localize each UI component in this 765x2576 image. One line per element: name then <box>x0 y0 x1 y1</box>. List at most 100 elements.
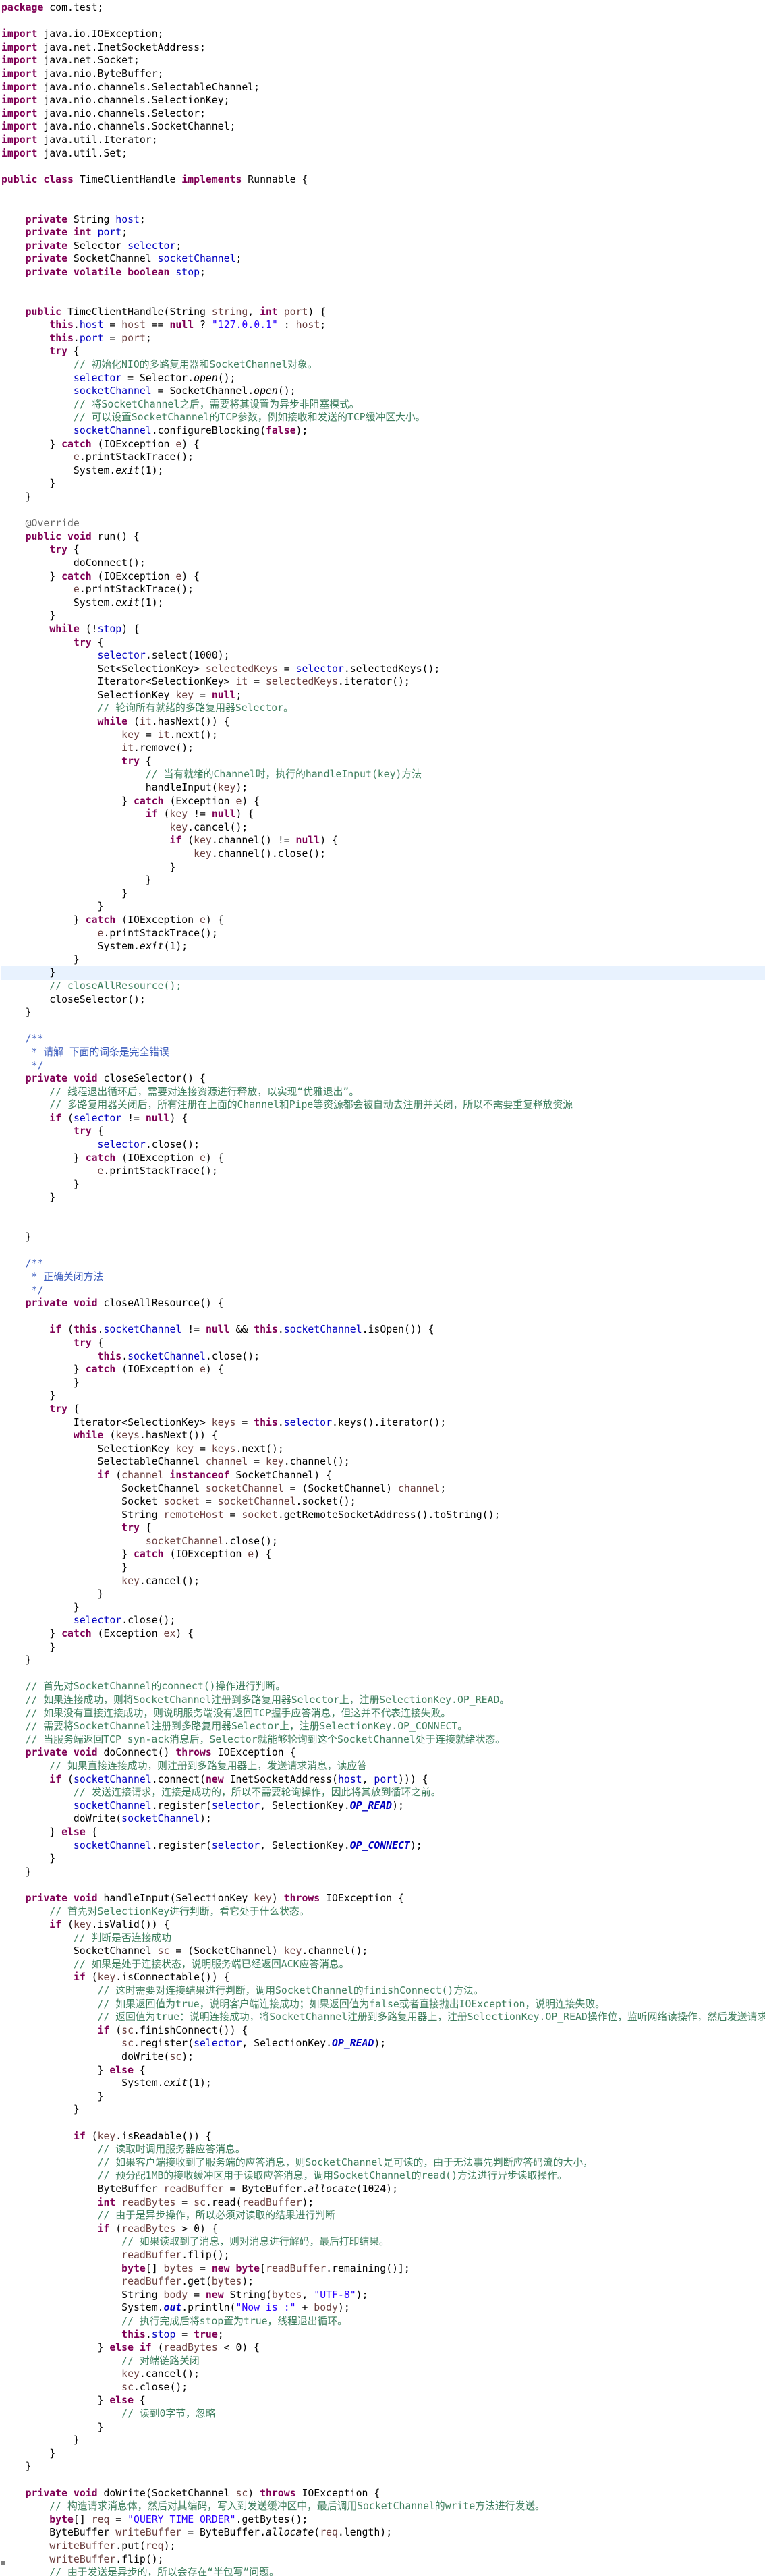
code-line[interactable]: private void handleInput(SelectionKey ke… <box>1 1892 765 1905</box>
code-line[interactable]: socketChannel.configureBlocking(false); <box>1 424 765 438</box>
code-line[interactable] <box>1 200 765 213</box>
code-line[interactable]: String body = new String(bytes, "UTF-8")… <box>1 2289 765 2302</box>
code-line[interactable]: } <box>1 953 765 967</box>
code-line[interactable]: } <box>1 1389 765 1403</box>
code-line[interactable]: SocketChannel socketChannel = (SocketCha… <box>1 1482 765 1496</box>
code-line[interactable]: // 读到0字节，忽略 <box>1 2407 765 2421</box>
code-line[interactable]: e.printStackTrace(); <box>1 583 765 596</box>
code-line[interactable]: while (it.hasNext()) { <box>1 715 765 729</box>
code-line[interactable]: */ <box>1 1284 765 1297</box>
code-line[interactable]: // 多路复用器关闭后，所有注册在上面的Channel和Pipe等资源都会被自动… <box>1 1098 765 1112</box>
code-line[interactable]: // 初始化NIO的多路复用器和SocketChannel对象。 <box>1 358 765 372</box>
code-line[interactable]: private void doConnect() throws IOExcept… <box>1 1746 765 1760</box>
code-line[interactable]: this.stop = true; <box>1 2328 765 2342</box>
code-line[interactable] <box>1 1244 765 1258</box>
code-line[interactable]: sc.close(); <box>1 2381 765 2395</box>
code-line[interactable]: System.out.println("Now is :" + body); <box>1 2301 765 2315</box>
code-line[interactable]: import java.nio.channels.SelectableChann… <box>1 81 765 94</box>
code-line[interactable]: // 如果客户端接收到了服务端的应答消息，则SocketChannel是可读的，… <box>1 2156 765 2170</box>
code-line[interactable]: ByteBuffer readBuffer = ByteBuffer.alloc… <box>1 2183 765 2196</box>
code-line[interactable]: } catch (IOException e) { <box>1 1152 765 1165</box>
code-line[interactable]: socketChannel.close(); <box>1 1535 765 1548</box>
code-line[interactable]: } catch (IOException e) { <box>1 1548 765 1561</box>
code-line[interactable]: handleInput(key); <box>1 781 765 795</box>
code-line[interactable]: // 如果直接连接成功，则注册到多路复用器上，发送请求消息，读应答 <box>1 1760 765 1773</box>
code-line[interactable]: } <box>1 1231 765 1244</box>
code-line[interactable]: try { <box>1 1521 765 1535</box>
code-line[interactable]: SelectionKey key = keys.next(); <box>1 1443 765 1456</box>
code-line[interactable]: socketChannel = SocketChannel.open(); <box>1 385 765 398</box>
code-line[interactable]: // 当有就绪的Channel时，执行的handleInput(key)方法 <box>1 768 765 781</box>
code-line[interactable]: } catch (IOException e) { <box>1 914 765 927</box>
code-line[interactable]: // 判断是否连接成功 <box>1 1932 765 1945</box>
code-line[interactable]: /** <box>1 1032 765 1046</box>
code-line[interactable]: try { <box>1 543 765 557</box>
code-line[interactable]: private int port; <box>1 226 765 240</box>
code-line[interactable]: selector = Selector.open(); <box>1 372 765 385</box>
code-line[interactable]: } <box>1 1866 765 1879</box>
code-line[interactable]: * 正确关闭方法 <box>1 1270 765 1284</box>
code-line[interactable]: } <box>1 609 765 623</box>
code-line[interactable]: if (socketChannel.connect(new InetSocket… <box>1 1773 765 1787</box>
code-line[interactable]: Iterator<SelectionKey> it = selectedKeys… <box>1 675 765 689</box>
code-line[interactable]: import java.nio.channels.SocketChannel; <box>1 120 765 134</box>
code-line[interactable]: // 轮询所有就绪的多路复用器Selector。 <box>1 702 765 715</box>
code-line[interactable]: // 返回值为true：说明连接成功，将SocketChannel注册到多路复用… <box>1 2011 765 2024</box>
code-line[interactable]: } catch (Exception ex) { <box>1 1627 765 1641</box>
code-line[interactable]: } <box>1 1006 765 1019</box>
code-line[interactable]: } <box>1 2103 765 2117</box>
code-line[interactable]: import java.nio.ByteBuffer; <box>1 67 765 81</box>
code-line[interactable]: doWrite(socketChannel); <box>1 1812 765 1826</box>
code-line[interactable]: } else { <box>1 2064 765 2077</box>
code-text-area[interactable]: package com.test; import java.io.IOExcept… <box>1 1 765 2576</box>
code-line[interactable]: } else { <box>1 2394 765 2407</box>
code-line[interactable]: selector.close(); <box>1 1614 765 1627</box>
code-line[interactable]: ByteBuffer writeBuffer = ByteBuffer.allo… <box>1 2526 765 2540</box>
code-line[interactable]: } <box>1 1654 765 1667</box>
code-line[interactable]: } <box>1 874 765 887</box>
code-line[interactable]: e.printStackTrace(); <box>1 451 765 464</box>
code-line[interactable]: if (this.socketChannel != null && this.s… <box>1 1323 765 1337</box>
code-line[interactable]: e.printStackTrace(); <box>1 927 765 941</box>
code-line[interactable]: // 线程退出循环后，需要对连接资源进行释放，以实现“优雅退出”。 <box>1 1086 765 1099</box>
code-line[interactable]: // 如果读取到了消息，则对消息进行解码，最后打印结果。 <box>1 2235 765 2249</box>
code-line[interactable]: // 可以设置SocketChannel的TCP参数，例如接收和发送的TCP缓冲… <box>1 411 765 424</box>
code-line[interactable] <box>1 186 765 200</box>
code-line[interactable]: // 当服务端返回TCP syn-ack消息后，Selector就能够轮询到这个… <box>1 1733 765 1747</box>
code-line[interactable]: this.socketChannel.close(); <box>1 1350 765 1364</box>
code-line[interactable]: doWrite(sc); <box>1 2050 765 2064</box>
code-line[interactable]: if (readBytes > 0) { <box>1 2222 765 2236</box>
code-line[interactable]: String remoteHost = socket.getRemoteSock… <box>1 1509 765 1522</box>
code-line[interactable]: key.channel().close(); <box>1 847 765 861</box>
code-line[interactable]: } <box>1 1601 765 1615</box>
code-line[interactable]: // 如果没有直接连接成功，则说明服务端没有返回TCP握手应答消息，但这并不代表… <box>1 1707 765 1720</box>
code-line[interactable]: private String host; <box>1 213 765 227</box>
code-line[interactable]: } <box>1 2090 765 2104</box>
code-line[interactable]: readBuffer.flip(); <box>1 2249 765 2262</box>
code-line[interactable]: System.exit(1); <box>1 940 765 953</box>
code-editor[interactable]: package com.test; import java.io.IOExcept… <box>0 0 765 2576</box>
code-line[interactable]: } <box>1 966 765 980</box>
code-line[interactable]: // 构造请求消息体，然后对其编码，写入到发送缓冲区中，最后调用SocketCh… <box>1 2500 765 2513</box>
code-line[interactable]: private void doWrite(SocketChannel sc) t… <box>1 2487 765 2500</box>
code-line[interactable]: this.port = port; <box>1 332 765 345</box>
code-line[interactable] <box>1 2473 765 2487</box>
code-line[interactable]: // closeAllResource(); <box>1 980 765 993</box>
code-line[interactable]: } catch (Exception e) { <box>1 795 765 808</box>
code-line[interactable]: try { <box>1 636 765 650</box>
code-line[interactable]: // 预分配1MB的接收缓冲区用于读取应答消息，调用SocketChannel的… <box>1 2169 765 2183</box>
code-line[interactable]: import java.io.IOException; <box>1 28 765 41</box>
code-line[interactable]: e.printStackTrace(); <box>1 1165 765 1178</box>
code-line[interactable]: System.exit(1); <box>1 596 765 610</box>
code-line[interactable]: if (key.isReadable()) { <box>1 2130 765 2144</box>
code-line[interactable]: if (key != null) { <box>1 808 765 821</box>
code-line[interactable]: byte[] req = "QUERY TIME ORDER".getBytes… <box>1 2513 765 2527</box>
code-line[interactable]: try { <box>1 1403 765 1416</box>
code-line[interactable]: System.exit(1); <box>1 2077 765 2090</box>
code-line[interactable]: import java.util.Iterator; <box>1 134 765 147</box>
code-line[interactable] <box>1 1204 765 1218</box>
code-line[interactable]: if (key.isConnectable()) { <box>1 1971 765 1984</box>
code-line[interactable]: } catch (IOException e) { <box>1 570 765 584</box>
code-line[interactable]: socketChannel.register(selector, Selecti… <box>1 1799 765 1813</box>
code-line[interactable]: // 将SocketChannel之后，需要将其设置为异步非阻塞模式。 <box>1 398 765 412</box>
